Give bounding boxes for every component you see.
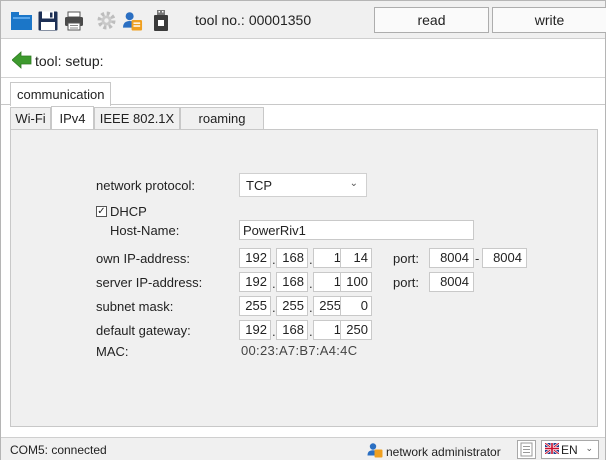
gateway-octet-4[interactable]: 250 <box>340 320 372 340</box>
chevron-down-icon: ⌄ <box>585 443 593 453</box>
own-port-from-input[interactable]: 8004 <box>429 248 474 268</box>
user-role-text: network administrator <box>386 444 501 459</box>
write-button[interactable]: write <box>492 7 606 33</box>
user-role: network administrator <box>367 442 501 460</box>
server-ip-octet-1[interactable]: 192 <box>239 272 271 292</box>
breadcrumb-text: tool: setup: <box>35 53 104 69</box>
connection-status: COM5: connected <box>10 443 107 457</box>
language-value: EN <box>561 442 578 457</box>
hostname-input[interactable]: PowerRiv1 <box>239 220 474 240</box>
gateway-octet-2[interactable]: 168 <box>276 320 308 340</box>
dhcp-label: DHCP <box>110 204 147 219</box>
tab-ipv4[interactable]: IPv4 <box>51 106 94 129</box>
gateway-octet-1[interactable]: 192 <box>239 320 271 340</box>
app-window: tool no.: 00001350 read write tool: setup… <box>0 0 606 460</box>
user-role-icon <box>367 442 383 460</box>
inner-tab-bar: Wi-Fi IPv4 IEEE 802.1X roaming <box>10 106 598 129</box>
subnet-octet-4[interactable]: 0 <box>340 296 372 316</box>
network-protocol-value: TCP <box>246 177 272 193</box>
port-range-separator: - <box>475 251 480 266</box>
network-protocol-select[interactable]: TCP ⌄ <box>239 173 367 197</box>
breadcrumb: tool: setup: <box>1 44 605 78</box>
own-ip-octet-4[interactable]: 14 <box>340 248 372 268</box>
own-ip-label: own IP-address: <box>96 251 190 266</box>
server-ip-label: server IP-address: <box>96 275 203 290</box>
default-gateway-label: default gateway: <box>96 323 191 338</box>
server-ip-octet-2[interactable]: 168 <box>276 272 308 292</box>
own-ip-octet-1[interactable]: 192 <box>239 248 271 268</box>
save-icon[interactable] <box>37 10 58 31</box>
own-port-label: port: <box>393 251 420 266</box>
server-port-label: port: <box>393 275 420 290</box>
network-protocol-label: network protocol: <box>96 178 195 193</box>
outer-tab-bar: communication <box>1 81 605 106</box>
usb-stick-icon[interactable] <box>150 10 171 31</box>
tab-roaming[interactable]: roaming <box>180 107 264 129</box>
uk-flag-icon <box>544 441 560 457</box>
subnet-mask-label: subnet mask: <box>96 299 174 314</box>
own-port-to-input[interactable]: 8004 <box>482 248 527 268</box>
chevron-down-icon: ⌄ <box>349 178 358 189</box>
user-icon[interactable] <box>122 10 143 31</box>
subnet-octet-2[interactable]: 255 <box>276 296 308 316</box>
tool-number-value: 00001350 <box>248 12 312 28</box>
tool-number-display: tool no.: 00001350 <box>195 12 311 28</box>
status-bar: COM5: connected network administrator EN… <box>1 437 605 460</box>
language-select[interactable]: EN ⌄ <box>541 440 599 459</box>
back-arrow-icon[interactable] <box>11 50 32 70</box>
tab-communication[interactable]: communication <box>10 82 112 106</box>
printer-icon[interactable] <box>63 10 84 31</box>
tab-wifi[interactable]: Wi-Fi <box>10 107 51 129</box>
gear-icon[interactable] <box>96 10 117 31</box>
tab-ieee-8021x[interactable]: IEEE 802.1X <box>94 107 180 129</box>
tool-number-label: tool no.: <box>195 12 245 28</box>
subnet-octet-1[interactable]: 255 <box>239 296 271 316</box>
server-port-input[interactable]: 8004 <box>429 272 474 292</box>
mac-address-value: 00:23:A7:B7:A4:4C <box>241 343 358 358</box>
read-button[interactable]: read <box>374 7 489 33</box>
own-ip-octet-2[interactable]: 168 <box>276 248 308 268</box>
notes-icon[interactable] <box>517 440 536 459</box>
toolbar: tool no.: 00001350 read write <box>1 1 606 39</box>
folder-open-icon[interactable] <box>11 10 32 31</box>
mac-label: MAC: <box>96 344 129 359</box>
server-ip-octet-4[interactable]: 100 <box>340 272 372 292</box>
dhcp-checkbox[interactable]: ✓ <box>96 206 107 217</box>
hostname-label: Host-Name: <box>110 223 180 238</box>
